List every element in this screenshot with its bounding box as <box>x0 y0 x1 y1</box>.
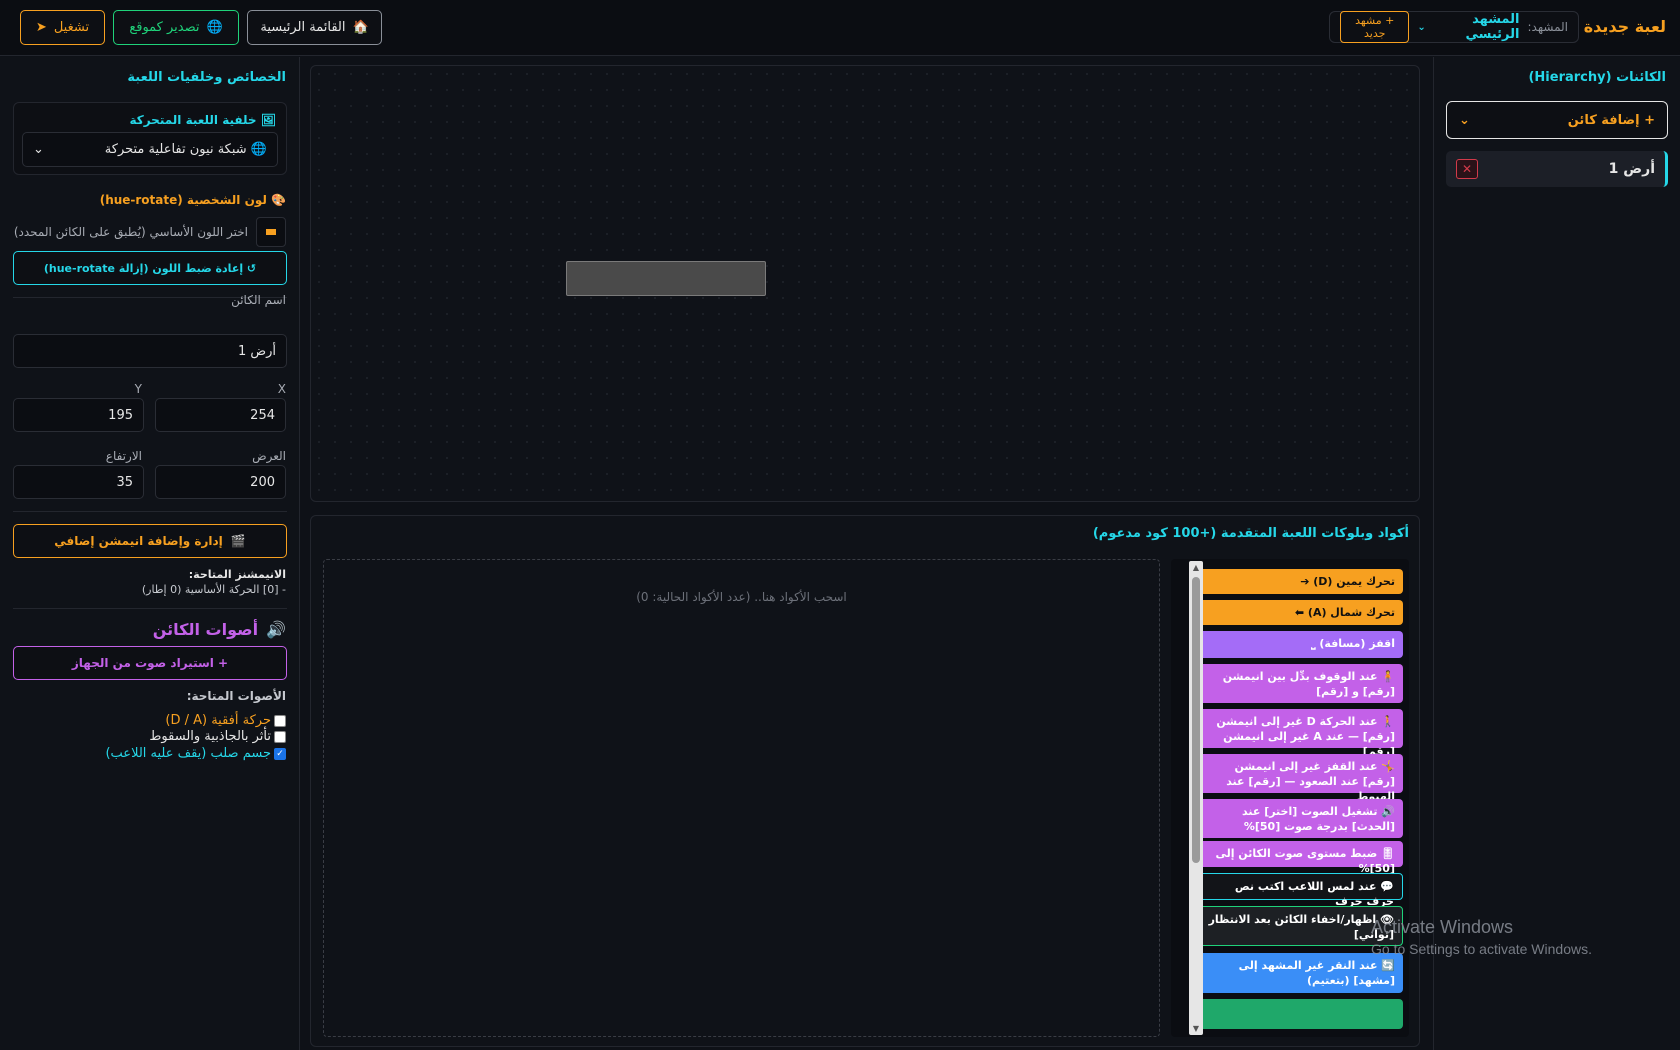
watermark-line1: Activate Windows <box>1371 917 1514 937</box>
palette-icon: 🎨 <box>271 193 286 207</box>
blocks-scrollbar[interactable]: ▲ ▼ <box>1189 561 1203 1035</box>
background-select-text: شبكة نيون تفاعلية متحركة <box>104 142 247 157</box>
home-icon: 🏠 <box>352 20 369 35</box>
background-select[interactable]: 🌐 شبكة نيون تفاعلية متحركة ⌄ <box>22 132 278 167</box>
manage-animation-button[interactable]: 🎬 إدارة وإضافة انيمشن إضافي <box>13 524 287 558</box>
animation-item: - [0] الحركة الأساسية (0 إطار) <box>141 583 286 596</box>
add-object-label: + إضافة كائن <box>1567 112 1655 128</box>
color-hint: اختر اللون الأساسي (يُطبق على الكائن الم… <box>13 225 248 239</box>
export-button[interactable]: 🌐 تصدير كموقع <box>113 10 239 45</box>
manage-animation-label: إدارة وإضافة انيمشن إضافي <box>54 534 223 548</box>
code-block[interactable]: 🎚 ضبط مستوى صوت الكائن إلى [50]% <box>1196 841 1403 875</box>
code-block[interactable] <box>1196 999 1403 1029</box>
scene-select-value: المشهد الرئيسي <box>1465 12 1520 42</box>
activation-watermark: Activate Windows Go to Settings to activ… <box>1371 917 1592 957</box>
height-field[interactable]: 35 <box>13 465 144 499</box>
code-block[interactable]: تحرك يمين (D) ➔ <box>1196 569 1403 594</box>
y-field[interactable]: 195 <box>13 398 144 432</box>
color-title-text: لون الشخصية (hue-rotate) <box>99 193 267 207</box>
scroll-thumb[interactable] <box>1192 577 1200 863</box>
top-bar: لعبة جديدة المشهد: المشهد الرئيسي ⌄ + مش… <box>0 0 1680 56</box>
home-button[interactable]: 🏠 القائمة الرئيسية <box>247 10 382 45</box>
hierarchy-title: الكائنات (Hierarchy) <box>1528 70 1666 85</box>
scene-label: المشهد: <box>1527 20 1568 34</box>
drop-zone-hint: اسحب الأكواد هنا.. (عدد الأكواد الحالية:… <box>636 590 847 604</box>
checkbox-label: جسم صلب (يقف عليه اللاعب) <box>105 746 271 761</box>
scene-select[interactable]: المشهد الرئيسي ⌄ <box>1417 12 1519 42</box>
code-panel-title: أكواد وبلوكات اللعبة المتقدمة (+100 كود … <box>1092 526 1409 541</box>
sounds-section-title: 🔊 أصوات الكائن <box>153 620 286 639</box>
canvas-object-ground[interactable] <box>566 261 766 296</box>
code-block[interactable]: 💬 عند لمس اللاعب اكتب نص حرف حرف <box>1196 873 1403 908</box>
code-block[interactable]: تحرك شمال (A) ⬅ <box>1196 600 1403 625</box>
object-name-field[interactable]: أرض 1 <box>13 334 287 368</box>
hierarchy-item-name: أرض 1 <box>1608 161 1655 177</box>
film-icon: 🎬 <box>230 534 246 548</box>
globe-icon: 🌐 <box>250 142 267 157</box>
run-button[interactable]: تشغيل ➤ <box>20 10 105 45</box>
home-button-label: القائمة الرئيسية <box>260 20 346 35</box>
background-select-value: 🌐 شبكة نيون تفاعلية متحركة <box>105 142 267 157</box>
properties-panel: الخصائص وخلفيات اللعبة 🖼 خلفية اللعبة ال… <box>0 57 300 1050</box>
available-sounds-title: الأصوات المتاحة: <box>186 689 286 703</box>
checkbox-label: حركة أفقية (D / A) <box>165 713 271 728</box>
add-object-dropdown[interactable]: + إضافة كائن ⌄ <box>1446 101 1668 139</box>
reset-color-button[interactable]: ↺ إعادة ضبط اللون (إزالة hue-rotate) <box>13 251 287 285</box>
background-title-text: خلفية اللعبة المتحركة <box>129 113 257 127</box>
x-label: X <box>277 382 286 396</box>
globe-icon: 🌐 <box>206 20 223 35</box>
code-block[interactable]: اقفز (مسافة) ⎵ <box>1196 631 1403 658</box>
code-block[interactable]: 🧍 عند الوقوف بدِّل بين انيمشن [رقم] و [ر… <box>1196 664 1403 703</box>
background-section: 🖼 خلفية اللعبة المتحركة 🌐 شبكة نيون تفاع… <box>13 102 287 175</box>
code-block[interactable]: 🚶 عند الحركة D غير إلى انيمشن [رقم] — عن… <box>1196 709 1403 758</box>
width-label: العرض <box>252 449 286 463</box>
code-block[interactable]: 🤸 عند القفز غير إلى انيمشن [رقم] عند الص… <box>1196 754 1403 803</box>
checkbox-solid-body[interactable]: ✓ جسم صلب (يقف عليه اللاعب) <box>105 746 286 761</box>
new-scene-button[interactable]: + مشهد جديد <box>1340 11 1410 43</box>
checkbox-horizontal-movement[interactable]: حركة أفقية (D / A) <box>165 713 286 728</box>
color-title: 🎨 لون الشخصية (hue-rotate) <box>100 193 286 207</box>
hierarchy-panel: الكائنات (Hierarchy) + إضافة كائن ⌄ أرض … <box>1433 57 1680 1050</box>
code-block[interactable]: 🔊 تشغيل الصوت [اختر] عند [الحدث] بدرجة ص… <box>1196 799 1403 838</box>
color-row: اختر اللون الأساسي (يُطبق على الكائن الم… <box>14 217 286 247</box>
object-name-label: اسم الكائن <box>231 293 286 307</box>
x-field[interactable]: 254 <box>155 398 286 432</box>
scroll-up-icon[interactable]: ▲ <box>1189 563 1203 572</box>
width-field[interactable]: 200 <box>155 465 286 499</box>
height-label: الارتفاع <box>105 449 142 463</box>
checkbox[interactable] <box>274 714 286 727</box>
speaker-icon: 🔊 <box>266 620 286 639</box>
sounds-section-text: أصوات الكائن <box>152 620 259 639</box>
code-block[interactable]: 🔄 عند النقر غير المشهد إلى [مشهد] (بتعتي… <box>1196 953 1403 993</box>
checkbox[interactable]: ✓ <box>274 747 286 760</box>
play-icon: ➤ <box>35 20 47 35</box>
code-panel: أكواد وبلوكات اللعبة المتقدمة (+100 كود … <box>310 515 1420 1047</box>
watermark-line2: Go to Settings to activate Windows. <box>1371 941 1592 957</box>
chevron-down-icon: ⌄ <box>1459 112 1470 128</box>
import-sound-button[interactable]: + استيراد صوت من الجهاز <box>13 646 287 680</box>
run-button-label: تشغيل <box>53 20 90 35</box>
divider <box>13 511 287 512</box>
chevron-down-icon: ⌄ <box>1417 21 1426 33</box>
delete-object-button[interactable]: ✕ <box>1456 159 1478 179</box>
code-blocks-list: تحرك يمين (D) ➔ تحرك شمال (A) ⬅ اقفز (مساف… <box>1171 559 1409 1037</box>
game-canvas[interactable] <box>310 65 1420 502</box>
scroll-down-icon[interactable]: ▼ <box>1189 1024 1203 1033</box>
code-drop-zone[interactable]: اسحب الأكواد هنا.. (عدد الأكواد الحالية:… <box>323 559 1160 1037</box>
y-label: Y <box>134 382 142 396</box>
chevron-down-icon: ⌄ <box>33 142 44 157</box>
color-picker[interactable] <box>256 217 286 247</box>
checkbox[interactable] <box>274 730 286 743</box>
image-icon: 🖼 <box>260 113 276 127</box>
checkbox-gravity[interactable]: تأثر بالجاذبية والسقوط <box>149 729 286 744</box>
background-title: 🖼 خلفية اللعبة المتحركة <box>129 113 276 127</box>
properties-title: الخصائص وخلفيات اللعبة <box>127 70 286 85</box>
app-title: لعبة جديدة <box>1583 17 1666 36</box>
divider <box>13 608 287 609</box>
animations-title: الانيمشنز المتاحة: <box>188 568 286 581</box>
export-button-label: تصدير كموقع <box>129 20 200 35</box>
hierarchy-item[interactable]: أرض 1 ✕ <box>1446 151 1668 187</box>
checkbox-label: تأثر بالجاذبية والسقوط <box>149 729 271 744</box>
scene-selector-group: المشهد: المشهد الرئيسي ⌄ + مشهد جديد <box>1329 11 1579 43</box>
